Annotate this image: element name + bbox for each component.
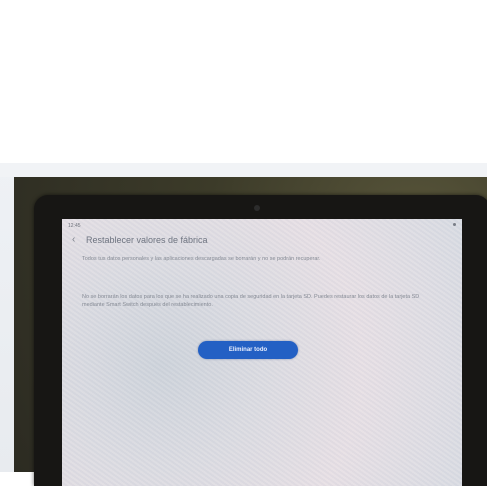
status-time: 12:45 [68,223,81,229]
page-title: Restablecer valores de fábrica [86,235,208,245]
back-arrow-icon[interactable]: ‹ [72,234,75,246]
screen-header: ‹ Restablecer valores de fábrica [72,233,452,249]
table-surface: 12:45 ‹ Restablecer valores de fábrica T… [14,177,487,486]
status-indicator-icon [453,223,456,226]
status-bar: 12:45 [68,223,456,231]
delete-all-button[interactable]: Eliminar todo [198,341,298,359]
backup-paragraph: No se borrarán los datos para los que se… [82,294,420,308]
tablet-screen: 12:45 ‹ Restablecer valores de fábrica T… [62,219,462,486]
warning-paragraph: Todos tus datos personales y las aplicac… [82,256,321,262]
tablet-photo: 12:45 ‹ Restablecer valores de fábrica T… [0,163,487,486]
photo-top-strip [0,163,487,177]
front-camera [254,205,260,211]
tablet-device: 12:45 ‹ Restablecer valores de fábrica T… [34,195,487,486]
